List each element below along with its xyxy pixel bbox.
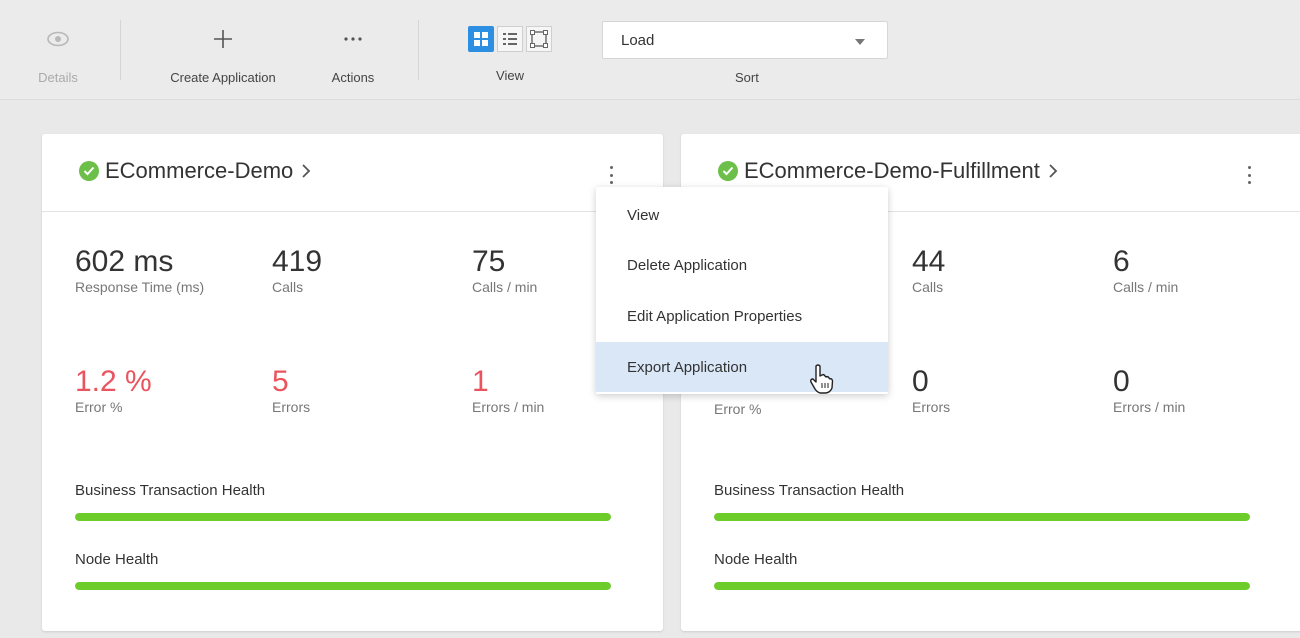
metric-label: Errors xyxy=(272,399,311,415)
menu-item-view[interactable]: View xyxy=(596,190,888,240)
metric-value: 6 xyxy=(1113,245,1130,278)
metric-value: 419 xyxy=(272,245,323,278)
metric-label: Calls xyxy=(912,279,944,295)
metric-response-time: 602 ms Response Time (ms) xyxy=(75,245,215,295)
bt-health-label: Business Transaction Health xyxy=(714,482,905,499)
metric-calls-per-min: 75 Calls / min xyxy=(472,245,538,295)
metric-label: Calls xyxy=(272,279,304,295)
tiles-icon[interactable] xyxy=(468,26,494,52)
metric-value: 75 xyxy=(472,245,506,278)
chevron-right-icon xyxy=(301,163,311,179)
menu-item-edit-application-properties[interactable]: Edit Application Properties xyxy=(596,291,888,341)
view-label: View xyxy=(496,68,524,83)
status-ok-icon xyxy=(718,161,738,181)
metric-error-percent: Error % xyxy=(714,400,761,416)
card-title[interactable]: ECommerce-Demo xyxy=(79,158,311,184)
caret-down-icon xyxy=(855,32,865,49)
application-name: ECommerce-Demo xyxy=(105,158,294,183)
view-group: View xyxy=(455,0,565,100)
menu-item-delete-application[interactable]: Delete Application xyxy=(596,240,888,290)
metric-errors: 5 Errors xyxy=(272,365,311,415)
create-application-label: Create Application xyxy=(170,70,276,85)
bt-health-fill xyxy=(714,513,1250,521)
bt-health-label: Business Transaction Health xyxy=(75,482,266,499)
card-header: ECommerce-Demo xyxy=(42,134,663,212)
ellipsis-icon xyxy=(342,24,364,54)
node-health-label: Node Health xyxy=(714,551,798,568)
metric-error-percent: 1.2 % Error % xyxy=(75,365,152,415)
node-health-fill xyxy=(75,582,611,590)
metric-value: 1 xyxy=(472,365,489,398)
menu-item-export-application[interactable]: Export Application xyxy=(596,342,888,392)
actions-label: Actions xyxy=(331,70,375,85)
card-title[interactable]: ECommerce-Demo-Fulfillment xyxy=(718,158,1058,184)
hand-cursor-icon xyxy=(808,364,834,399)
details-label: Details xyxy=(38,70,78,85)
metric-calls: 44 Calls xyxy=(912,245,946,295)
flow-map-icon[interactable] xyxy=(526,26,552,52)
metric-label: Response Time (ms) xyxy=(75,279,205,295)
bt-health-fill xyxy=(75,513,611,521)
create-application-button[interactable]: Create Application xyxy=(152,0,294,100)
metric-value: 1.2 % xyxy=(75,365,152,398)
metric-label: Error % xyxy=(75,399,123,415)
metric-value: 5 xyxy=(272,365,289,398)
metric-errors: 0 Errors xyxy=(912,365,951,415)
metric-label: Calls / min xyxy=(1113,279,1179,295)
toolbar-divider xyxy=(120,20,121,80)
toolbar: Details Create Application Actions View xyxy=(0,0,1300,100)
details-button[interactable]: Details xyxy=(32,0,84,100)
toolbar-divider xyxy=(418,20,419,80)
chevron-right-icon xyxy=(1048,163,1058,179)
metric-calls: 419 Calls xyxy=(272,245,323,295)
application-context-menu: View Delete Application Edit Application… xyxy=(596,187,888,394)
node-health-bar xyxy=(714,582,1250,590)
metric-label: Errors / min xyxy=(472,399,545,415)
node-health-label: Node Health xyxy=(75,551,159,568)
metric-value: 602 ms xyxy=(75,245,174,278)
metric-label: Error % xyxy=(714,401,762,417)
node-health-bar xyxy=(75,582,611,590)
metric-label: Errors xyxy=(912,399,951,415)
list-icon[interactable] xyxy=(497,26,523,52)
metric-errors-per-min: 0 Errors / min xyxy=(1113,365,1186,415)
sort-label: Sort xyxy=(735,70,759,85)
status-ok-icon xyxy=(79,161,99,181)
kebab-menu-icon[interactable] xyxy=(1244,162,1254,188)
metric-label: Errors / min xyxy=(1113,399,1186,415)
eye-icon xyxy=(46,24,70,54)
metric-label: Calls / min xyxy=(472,279,538,295)
sort-select[interactable]: Load xyxy=(602,21,888,59)
application-card[interactable]: ECommerce-Demo 602 ms Response Time (ms)… xyxy=(42,134,663,631)
sort-value: Load xyxy=(621,31,655,49)
plus-icon xyxy=(212,24,234,54)
bt-health-bar xyxy=(714,513,1250,521)
metric-value: 44 xyxy=(912,245,946,278)
node-health-fill xyxy=(714,582,1250,590)
actions-button[interactable]: Actions xyxy=(322,0,384,100)
application-name: ECommerce-Demo-Fulfillment xyxy=(744,158,1040,183)
metric-calls-per-min: 6 Calls / min xyxy=(1113,245,1179,295)
metric-errors-per-min: 1 Errors / min xyxy=(472,365,545,415)
metric-value: 0 xyxy=(1113,365,1130,398)
bt-health-bar xyxy=(75,513,611,521)
metric-value: 0 xyxy=(912,365,929,398)
kebab-menu-icon[interactable] xyxy=(606,162,616,188)
